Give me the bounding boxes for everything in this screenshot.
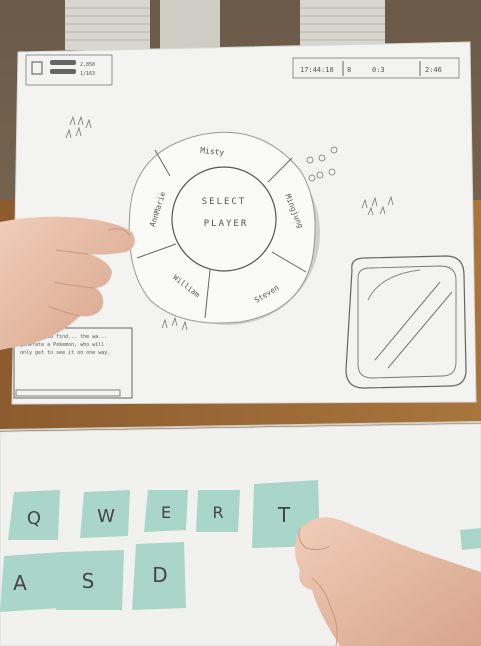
hud-res-3: 2:46 bbox=[425, 66, 442, 74]
svg-text:T: T bbox=[277, 503, 291, 527]
svg-text:W: W bbox=[97, 506, 115, 527]
svg-text:A: A bbox=[13, 571, 27, 595]
player-select-wheel[interactable]: SELECT PLAYER Misty Mingjung Steven Will… bbox=[128, 131, 316, 324]
key-q[interactable]: Q bbox=[8, 490, 60, 540]
hud-res-1: 8 bbox=[347, 66, 351, 74]
select-label: SELECT bbox=[202, 197, 247, 207]
key-a[interactable]: A bbox=[0, 552, 62, 612]
svg-text:E: E bbox=[161, 503, 171, 522]
hud-res-2: 0:3 bbox=[372, 66, 385, 74]
svg-text:R: R bbox=[212, 503, 223, 522]
key-e[interactable]: E bbox=[144, 490, 188, 532]
hud-stat-1: 2,850 bbox=[80, 62, 95, 68]
hud-stat-2: 1/163 bbox=[80, 71, 95, 77]
key-r[interactable]: R bbox=[196, 490, 240, 532]
key-s[interactable]: S bbox=[56, 550, 124, 610]
key-w[interactable]: W bbox=[80, 490, 130, 538]
player-label: PLAYER bbox=[204, 219, 249, 229]
svg-text:D: D bbox=[152, 563, 167, 587]
chat-line-3: only get to see it on one way. bbox=[20, 350, 110, 356]
key-d[interactable]: D bbox=[132, 542, 186, 610]
key-partial-edge bbox=[460, 528, 481, 550]
svg-text:Q: Q bbox=[27, 508, 41, 529]
scene-photo: 2,850 1/163 17:44:10 8 0:3 2:46 ...ever … bbox=[0, 0, 481, 646]
hud-time: 17:44:10 bbox=[300, 66, 334, 74]
svg-text:S: S bbox=[82, 569, 95, 593]
